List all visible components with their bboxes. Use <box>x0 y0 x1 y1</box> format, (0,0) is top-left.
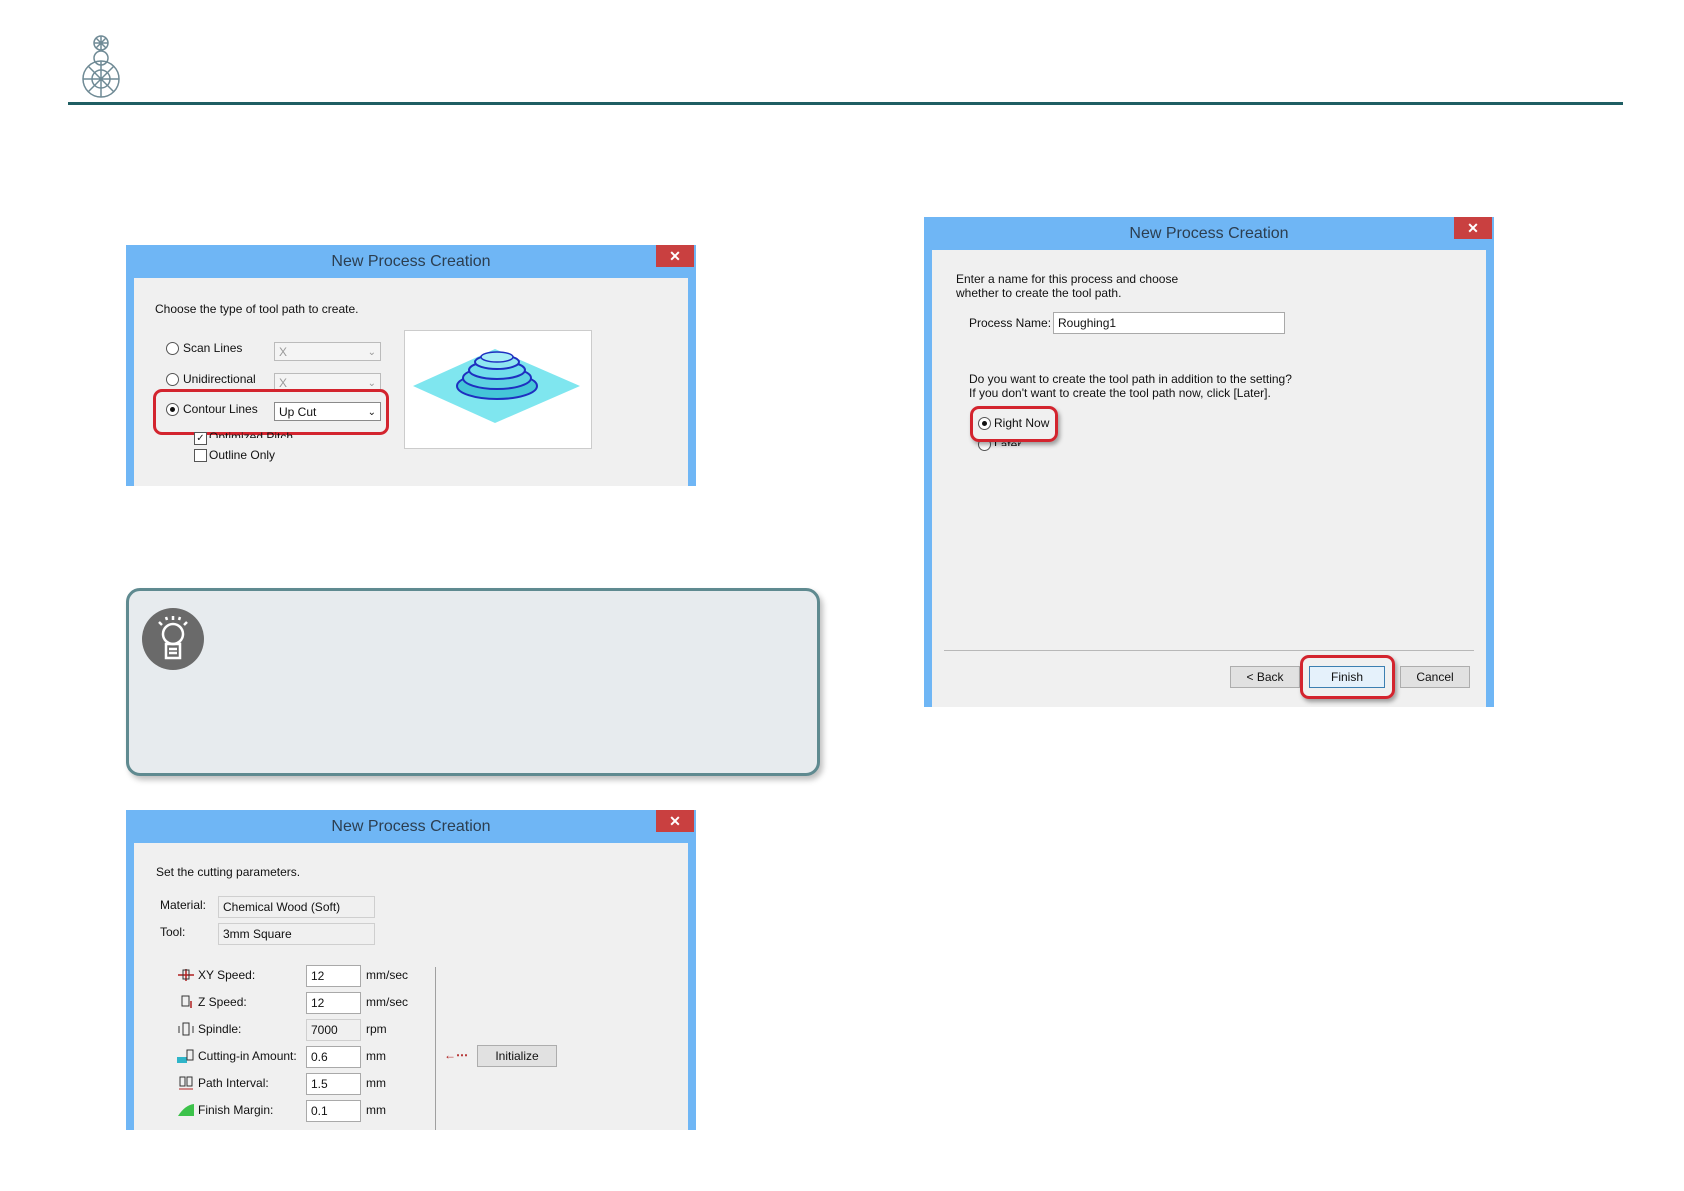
tool-path-preview <box>404 330 592 449</box>
dialog-title: New Process Creation <box>331 818 491 835</box>
header-rule <box>68 102 1623 105</box>
arrow-left-icon: ←⋯ <box>444 1048 468 1062</box>
highlight-finish <box>1300 655 1395 699</box>
param-label: Finish Margin: <box>198 1103 274 1117</box>
xy-speed-input[interactable]: 12 <box>306 965 361 987</box>
checkbox-optimized-pitch[interactable]: ✓ <box>194 432 207 445</box>
process-name-label: Process Name: <box>969 316 1052 330</box>
close-button[interactable]: ✕ <box>656 245 694 267</box>
material-field: Chemical Wood (Soft) <box>218 896 375 918</box>
close-button[interactable]: ✕ <box>656 810 694 832</box>
logo-icon <box>74 34 128 98</box>
cancel-button[interactable]: Cancel <box>1400 666 1470 688</box>
z-speed-icon <box>177 995 195 1009</box>
label-unidirectional: Unidirectional <box>183 372 256 386</box>
label-outline-only: Outline Only <box>209 448 276 462</box>
tool-label: Tool: <box>160 925 186 939</box>
param-unit: mm/sec <box>366 995 408 1009</box>
xy-speed-icon <box>177 968 195 982</box>
dialog-title: New Process Creation <box>1129 225 1289 242</box>
process-name-input[interactable]: Roughing1 <box>1053 312 1285 334</box>
close-button[interactable]: ✕ <box>1454 217 1492 239</box>
finish-margin-icon <box>177 1103 195 1117</box>
spindle-icon <box>177 1022 195 1036</box>
dialog-prompt-line1: Enter a name for this process and choose <box>956 272 1179 286</box>
param-unit: mm <box>366 1103 386 1117</box>
param-unit: mm <box>366 1076 386 1090</box>
dialog-process-name: New Process Creation ✕ Enter a name for … <box>924 217 1494 707</box>
lightbulb-icon <box>142 608 204 670</box>
material-label: Material: <box>160 898 207 912</box>
param-label: XY Speed: <box>198 968 256 982</box>
param-label: Z Speed: <box>198 995 247 1009</box>
dialog-prompt-line2: whether to create the tool path. <box>956 286 1122 300</box>
dialog-cutting-parameters: New Process Creation ✕ Set the cutting p… <box>126 810 696 1130</box>
z-speed-input[interactable]: 12 <box>306 992 361 1014</box>
dialog-client: Enter a name for this process and choose… <box>932 250 1486 707</box>
param-label: Cutting-in Amount: <box>198 1049 297 1063</box>
path-interval-input[interactable]: 1.5 <box>306 1073 361 1095</box>
radio-unidirectional[interactable] <box>166 373 179 386</box>
chevron-down-icon: ⌄ <box>367 347 376 358</box>
dialog-client: Choose the type of tool path to create. … <box>134 278 688 486</box>
dialog-prompt: Choose the type of tool path to create. <box>155 302 359 316</box>
radio-scan-lines[interactable] <box>166 342 179 355</box>
param-unit: mm/sec <box>366 968 408 982</box>
param-unit: mm <box>366 1049 386 1063</box>
question-line1: Do you want to create the tool path in a… <box>969 372 1292 386</box>
param-label: Spindle: <box>198 1022 242 1036</box>
tip-box <box>126 588 820 776</box>
param-label: Path Interval: <box>198 1076 269 1090</box>
combo-scan-lines[interactable]: X ⌄ <box>274 342 381 361</box>
path-interval-icon <box>177 1076 195 1090</box>
cutting-in-icon <box>177 1049 195 1063</box>
label-optimized-pitch: Optimized Pitch <box>209 430 294 438</box>
highlight-contour-lines <box>153 389 389 435</box>
dialog-title: New Process Creation <box>331 253 491 270</box>
spindle-input[interactable]: 7000 <box>306 1019 361 1041</box>
label-scan-lines: Scan Lines <box>183 341 243 355</box>
back-button[interactable]: < Back <box>1230 666 1300 688</box>
button-separator <box>944 650 1474 651</box>
tool-field: 3mm Square <box>218 923 375 945</box>
cutting-in-input[interactable]: 0.6 <box>306 1046 361 1068</box>
question-line2: If you don't want to create the tool pat… <box>969 386 1271 400</box>
highlight-right-now <box>970 406 1058 442</box>
param-separator <box>435 967 436 1130</box>
finish-margin-input[interactable]: 0.1 <box>306 1100 361 1122</box>
param-unit: rpm <box>366 1022 387 1036</box>
dialog-tool-path-type: New Process Creation ✕ Choose the type o… <box>126 245 696 486</box>
initialize-button[interactable]: Initialize <box>477 1045 557 1067</box>
dialog-prompt: Set the cutting parameters. <box>156 865 301 879</box>
checkbox-outline-only[interactable] <box>194 449 207 462</box>
dialog-client: Set the cutting parameters. Material: Ch… <box>134 843 688 1130</box>
